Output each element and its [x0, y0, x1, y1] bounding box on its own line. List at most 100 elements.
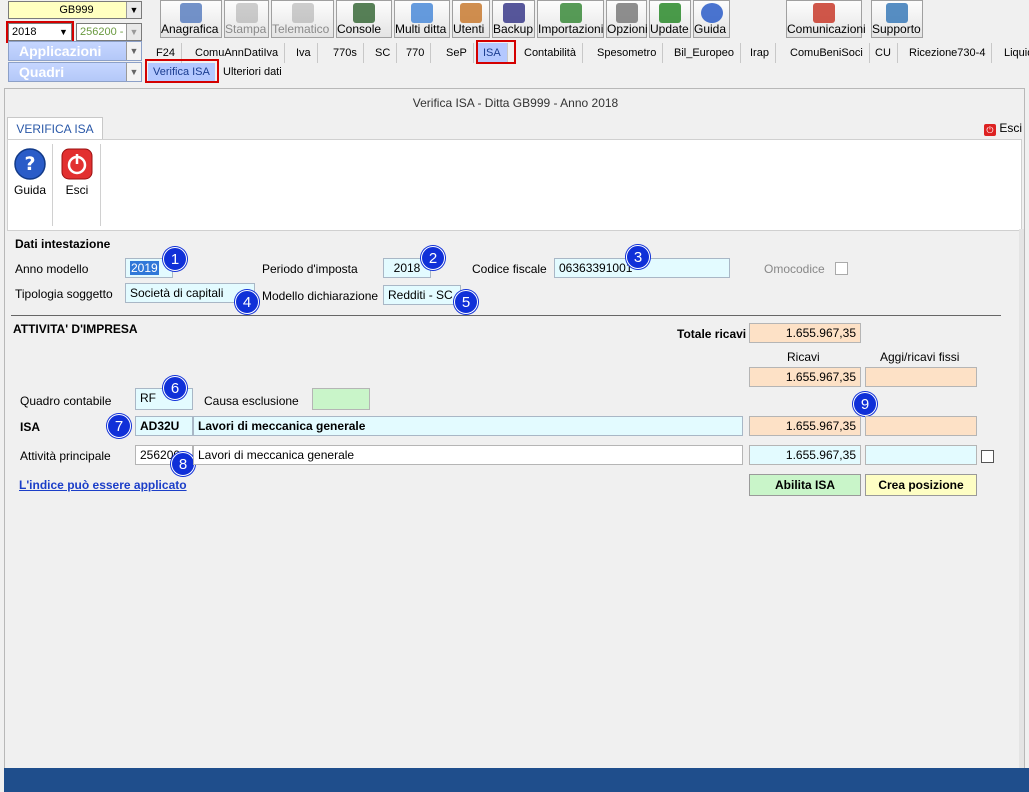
tab-sep[interactable]: SeP — [440, 43, 474, 63]
attivita-desc-value: Lavori di meccanica generale — [198, 448, 355, 462]
tab-ricezione730-4[interactable]: Ricezione730-4 — [903, 43, 993, 63]
tab-verifica-isa[interactable]: VERIFICA ISA — [7, 117, 103, 140]
causa-field[interactable] — [312, 388, 370, 410]
toolbar-button-label: Telematico — [272, 22, 330, 36]
isa-label: ISA — [20, 420, 41, 434]
company-code: GB999 — [59, 4, 94, 16]
tipologia-label: Tipologia soggetto — [15, 287, 113, 301]
code-value: 256200 - — [80, 26, 124, 38]
tab-770[interactable]: 770 — [400, 43, 432, 63]
tab-bil-europeo[interactable]: Bil_Europeo — [668, 43, 741, 63]
toolbar-button-label: Stampa — [225, 22, 267, 36]
backup-button[interactable]: Backup — [492, 0, 535, 38]
attivita-aggi-field[interactable] — [865, 445, 977, 465]
multi-ditta-icon — [411, 3, 433, 23]
telematico-icon — [291, 3, 314, 23]
totale-ricavi-field[interactable]: 1.655.967,35 — [749, 323, 861, 343]
isa-aggi-field[interactable] — [865, 416, 977, 436]
ricavi-row1-value: 1.655.967,35 — [785, 370, 856, 384]
abilita-isa-label: Abilita ISA — [774, 478, 835, 492]
chevron-down-icon[interactable]: ▼ — [126, 24, 141, 40]
isa-code-value: AD32U — [140, 419, 180, 433]
telematico-button[interactable]: Telematico — [271, 0, 334, 38]
modello-field[interactable]: Redditi - SC — [383, 285, 461, 305]
totale-ricavi-value: 1.655.967,35 — [785, 326, 856, 340]
subtab-ulteriori-dati[interactable]: Ulteriori dati — [218, 63, 287, 82]
support-icon — [886, 3, 908, 23]
supporto-button[interactable]: Supporto — [871, 0, 923, 38]
guida-button[interactable]: ? Guida — [12, 148, 48, 198]
applicazioni-bar[interactable]: Applicazioni ▼ — [8, 41, 142, 61]
guida-button[interactable]: Guida — [693, 0, 730, 38]
modello-label: Modello dichiarazione — [262, 289, 379, 303]
aggi-row1-field[interactable] — [865, 367, 977, 387]
ricavi-column-header: Ricavi — [787, 350, 820, 364]
tab-spesometro[interactable]: Spesometro — [591, 43, 664, 63]
quadri-bar[interactable]: Quadri ▼ — [8, 62, 142, 82]
marker-3: 3 — [626, 245, 650, 269]
applicazioni-label: Applicazioni — [19, 43, 102, 59]
marker-5: 5 — [454, 290, 478, 314]
attivita-principale-label: Attività principale — [20, 449, 111, 463]
options-icon — [615, 3, 638, 23]
tipologia-value: Società di capitali — [130, 286, 224, 300]
ribbon-separator — [100, 144, 101, 226]
crea-posizione-button[interactable]: Crea posizione — [865, 474, 977, 496]
dati-intestazione-heading: Dati intestazione — [15, 237, 111, 251]
stampa-button[interactable]: Stampa — [224, 0, 269, 38]
opzioni-button[interactable]: Opzioni — [606, 0, 648, 38]
comunicazioni-icon — [813, 3, 835, 23]
tab-sc[interactable]: SC — [369, 43, 398, 63]
isa-desc-value: Lavori di meccanica generale — [198, 419, 366, 433]
omocodice-label: Omocodice — [764, 262, 825, 276]
vertical-scrollbar[interactable] — [1019, 229, 1024, 769]
exit-link[interactable]: ⏻ Esci — [983, 121, 1022, 136]
tab-irap[interactable]: Irap — [744, 43, 776, 63]
company-selector[interactable]: GB999 ▼ — [8, 1, 142, 19]
chevron-down-icon[interactable]: ▼ — [126, 42, 141, 60]
verifica-tab-highlight — [145, 59, 219, 83]
marker-1: 1 — [163, 247, 187, 271]
attivita-desc-field[interactable]: Lavori di meccanica generale — [193, 445, 743, 465]
esci-button[interactable]: Esci — [60, 148, 94, 198]
tab-cu[interactable]: CU — [869, 43, 898, 63]
ribbon-separator — [52, 144, 53, 226]
isa-code-field[interactable]: AD32U — [135, 416, 193, 436]
tab-iva[interactable]: Iva — [290, 43, 318, 63]
omocodice-checkbox[interactable] — [835, 262, 848, 275]
guida-label: Guida — [13, 183, 47, 197]
anagrafica-button[interactable]: Anagrafica — [160, 0, 222, 38]
multi-ditta-button[interactable]: Multi ditta — [394, 0, 450, 38]
utenti-button[interactable]: Utenti — [452, 0, 490, 38]
ricavi-row1-field[interactable]: 1.655.967,35 — [749, 367, 861, 387]
marker-4: 4 — [235, 290, 259, 314]
verifica-isa-window: Verifica ISA - Ditta GB999 - Anno 2018 V… — [4, 88, 1025, 792]
tab-liquid[interactable]: Liquid — [998, 43, 1029, 63]
update-button[interactable]: Update — [649, 0, 691, 38]
anno-modello-value: 2019 — [130, 261, 159, 275]
aggi-column-header: Aggi/ricavi fissi — [880, 350, 960, 364]
crea-posizione-label: Crea posizione — [878, 478, 964, 492]
attivita-ricavi-field[interactable]: 1.655.967,35 — [749, 445, 861, 465]
attivita-checkbox[interactable] — [981, 450, 994, 463]
abilita-isa-button[interactable]: Abilita ISA — [749, 474, 861, 496]
code-selector[interactable]: 256200 - ▼ — [76, 23, 142, 41]
console-button[interactable]: Console — [336, 0, 392, 38]
tab-comubenisoci[interactable]: ComuBeniSoci — [784, 43, 870, 63]
isa-desc-field[interactable]: Lavori di meccanica generale — [193, 416, 743, 436]
chevron-down-icon[interactable]: ▼ — [126, 63, 141, 81]
isa-ricavi-field[interactable]: 1.655.967,35 — [749, 416, 861, 436]
update-icon — [659, 3, 681, 23]
chevron-down-icon[interactable]: ▼ — [126, 2, 141, 18]
section-divider — [11, 315, 1001, 316]
attivita-heading: ATTIVITA' D'IMPRESA — [13, 322, 138, 336]
toolbar-button-label: Importazioni — [538, 22, 604, 36]
tab-770s[interactable]: 770s — [327, 43, 364, 63]
importazioni-button[interactable]: Importazioni — [537, 0, 604, 38]
comunicazioni-button[interactable]: Comunicazioni — [786, 0, 866, 38]
toolbar-button-label: Guida — [694, 22, 727, 36]
indice-applicabile-link[interactable]: L'indice può essere applicato — [19, 478, 187, 492]
svg-text:?: ? — [24, 153, 35, 175]
codice-fiscale-value: 06363391001 — [559, 261, 633, 275]
tab-contabilit-[interactable]: Contabilità — [518, 43, 583, 63]
